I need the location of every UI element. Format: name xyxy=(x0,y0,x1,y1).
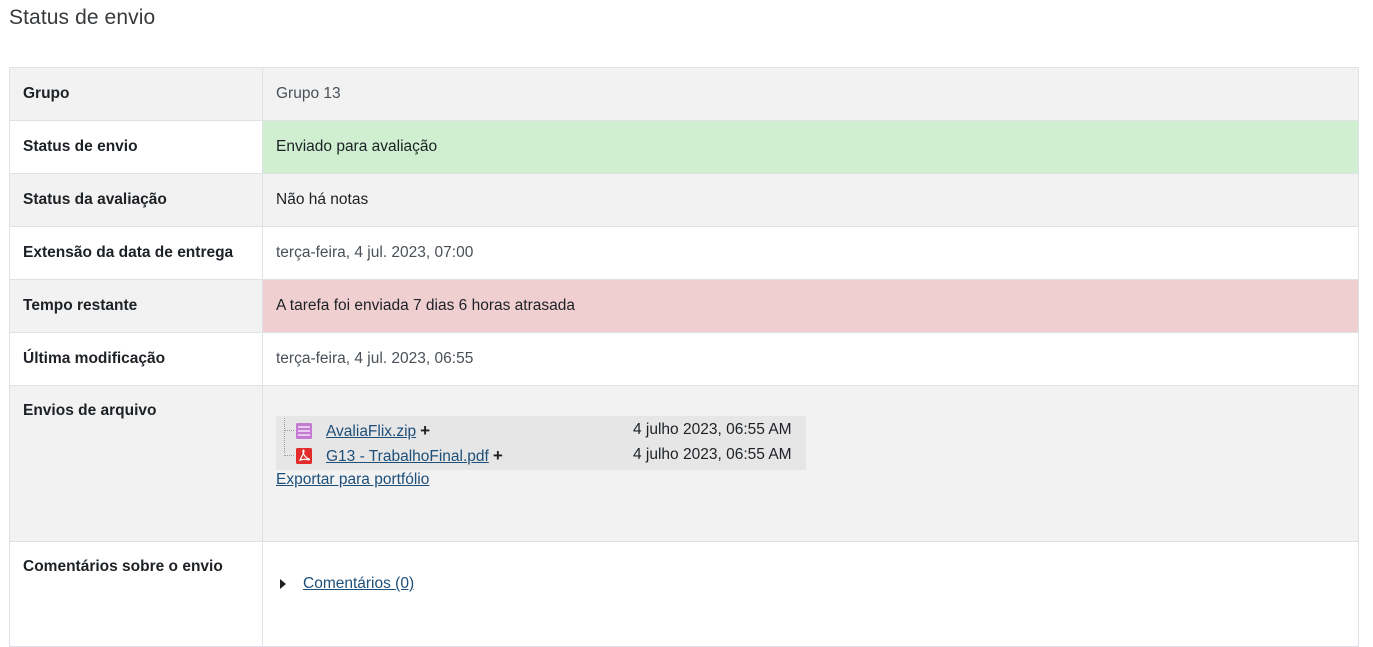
file-item: G13 - TrabalhoFinal.pdf + 4 julho 2023, 0… xyxy=(276,443,806,468)
row-label-due-extension: Extensão da data de entrega xyxy=(9,226,263,280)
export-to-portfolio-link[interactable]: Exportar para portfólio xyxy=(276,471,429,489)
archive-file-icon xyxy=(296,423,312,439)
row-label-submission-status: Status de envio xyxy=(9,120,263,174)
comments-link[interactable]: Comentários (0) xyxy=(303,575,414,593)
file-name[interactable]: AvaliaFlix.zip xyxy=(326,423,416,440)
caret-right-icon[interactable] xyxy=(280,579,286,589)
comments-toggle[interactable]: Comentários (0) xyxy=(276,575,1345,593)
pdf-file-icon xyxy=(296,448,312,464)
table-row: Tempo restante A tarefa foi enviada 7 di… xyxy=(9,279,1359,333)
row-label-time-remaining: Tempo restante xyxy=(9,279,263,333)
table-row: Grupo Grupo 13 xyxy=(9,67,1359,121)
due-extension-value: terça-feira, 4 jul. 2023, 07:00 xyxy=(262,226,1359,280)
row-label-group: Grupo xyxy=(9,67,263,121)
file-submissions-cell: AvaliaFlix.zip + 4 julho 2023, 06:55 AM G… xyxy=(262,385,1359,542)
tree-connector xyxy=(284,455,294,456)
file-name[interactable]: G13 - TrabalhoFinal.pdf xyxy=(326,448,489,465)
table-row: Última modificação terça-feira, 4 jul. 2… xyxy=(9,332,1359,386)
row-label-grading-status: Status da avaliação xyxy=(9,173,263,227)
file-submissions: AvaliaFlix.zip + 4 julho 2023, 06:55 AM G… xyxy=(276,416,1345,489)
plus-icon[interactable]: + xyxy=(493,446,503,466)
table-row: Envios de arquivo AvaliaFlix.zip + 4 jul… xyxy=(9,385,1359,542)
table-row: Extensão da data de entrega terça-feira,… xyxy=(9,226,1359,280)
page-title: Status de envio xyxy=(9,6,156,29)
file-tree: AvaliaFlix.zip + 4 julho 2023, 06:55 AM G… xyxy=(276,416,806,470)
row-label-file-submissions: Envios de arquivo xyxy=(9,385,263,542)
tree-connector xyxy=(284,430,294,431)
file-item: AvaliaFlix.zip + 4 julho 2023, 06:55 AM xyxy=(276,418,806,443)
submission-comments-cell: Comentários (0) xyxy=(262,541,1359,647)
table-row: Status de envio Enviado para avaliação xyxy=(9,120,1359,174)
table-row: Status da avaliação Não há notas xyxy=(9,173,1359,227)
table-row: Comentários sobre o envio Comentários (0… xyxy=(9,541,1359,647)
file-date: 4 julho 2023, 06:55 AM xyxy=(633,421,792,438)
submission-status-table: Grupo Grupo 13 Status de envio Enviado p… xyxy=(9,67,1359,647)
file-link[interactable]: G13 - TrabalhoFinal.pdf + xyxy=(326,446,503,466)
file-link[interactable]: AvaliaFlix.zip + xyxy=(326,421,430,441)
submission-status-badge: Enviado para avaliação xyxy=(262,120,1359,174)
row-label-last-modified: Última modificação xyxy=(9,332,263,386)
plus-icon[interactable]: + xyxy=(420,421,430,441)
time-remaining-badge: A tarefa foi enviada 7 dias 6 horas atra… xyxy=(262,279,1359,333)
row-value-group: Grupo 13 xyxy=(262,67,1359,121)
file-date: 4 julho 2023, 06:55 AM xyxy=(633,446,792,463)
last-modified-value: terça-feira, 4 jul. 2023, 06:55 xyxy=(262,332,1359,386)
row-label-submission-comments: Comentários sobre o envio xyxy=(9,541,263,647)
grading-status-value: Não há notas xyxy=(262,173,1359,227)
